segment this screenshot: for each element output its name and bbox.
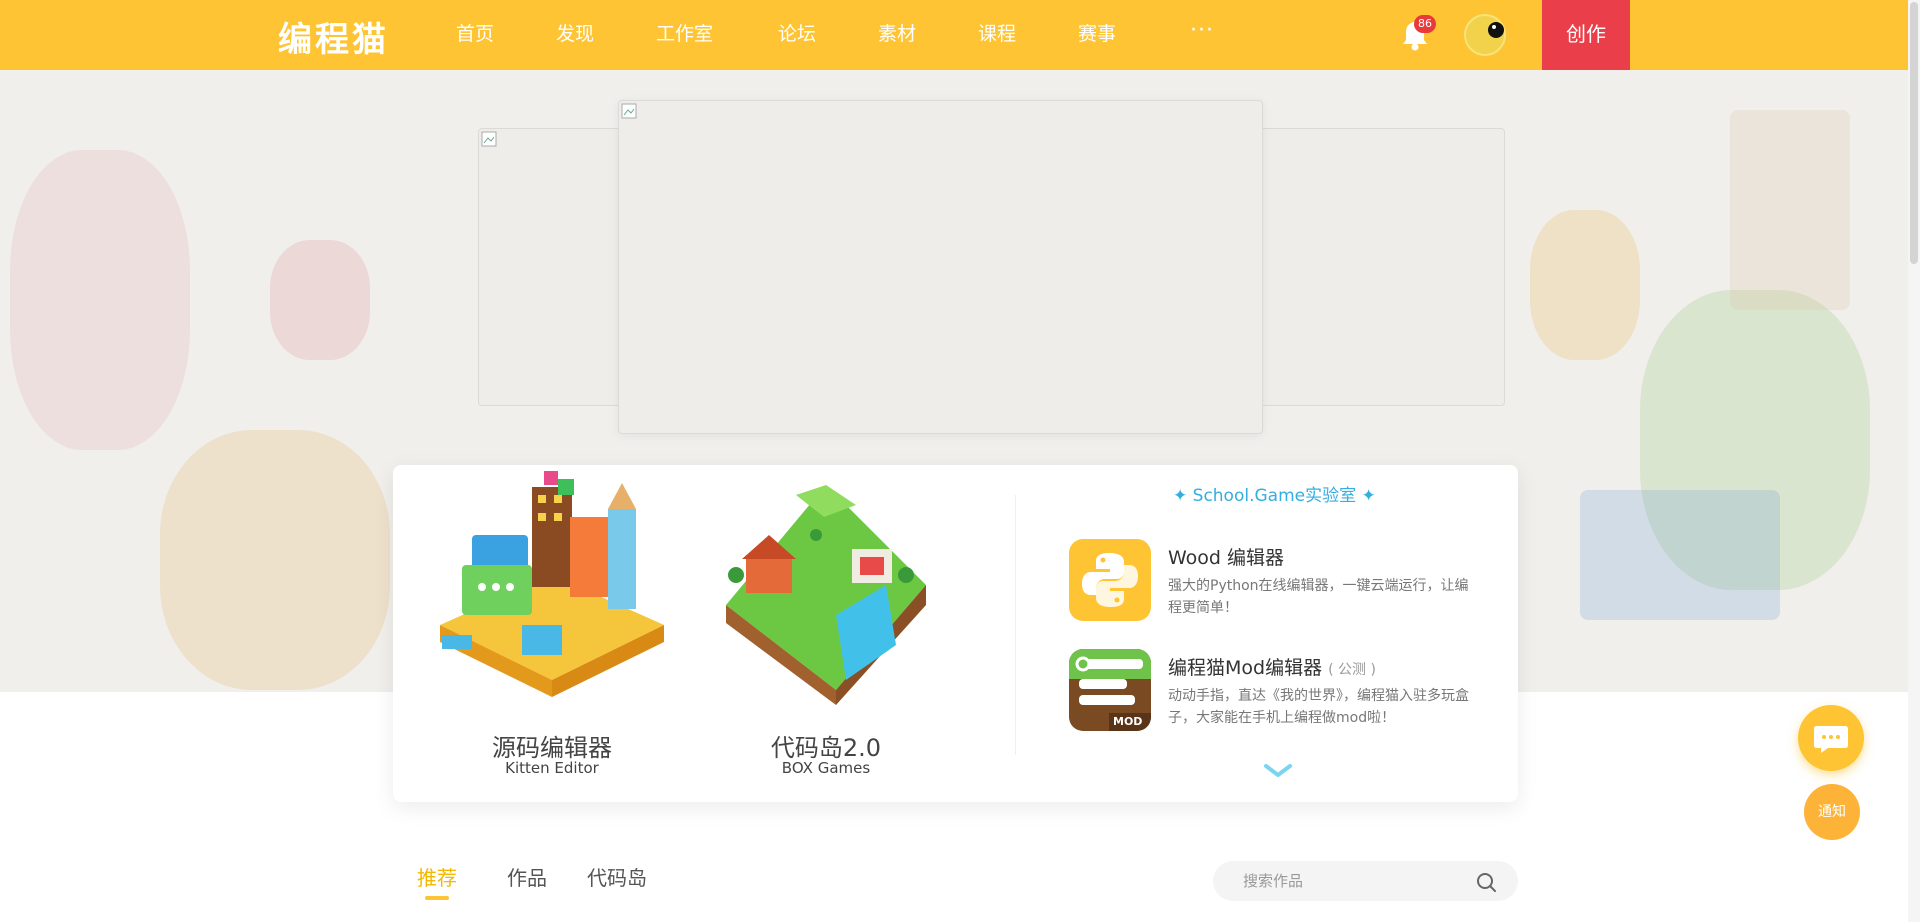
tool-name-text: 编程猫Mod编辑器	[1168, 657, 1323, 679]
product-subtitle: BOX Games	[781, 759, 871, 777]
product-name: 代码岛2.0	[770, 734, 882, 762]
top-navigation-bar: 编程猫 首页 发现 工作室 论坛 素材 课程 赛事 ··· 86 创作	[0, 0, 1908, 70]
background-books	[1580, 490, 1780, 620]
tab-label: 推荐	[417, 866, 457, 890]
background-character-girl	[10, 150, 190, 450]
chevron-down-icon[interactable]	[1263, 763, 1293, 779]
panel-divider	[1015, 495, 1016, 755]
avatar-eye	[1488, 22, 1504, 38]
tool-description: 动动手指，直达《我的世界》，编程猫入驻多玩盒子，大家能在手机上编程做mod啦！	[1168, 688, 1469, 726]
notify-button[interactable]: 通知	[1804, 784, 1860, 840]
nav-item-forum[interactable]: 论坛	[778, 0, 878, 70]
carousel-slide-center[interactable]	[618, 100, 1263, 434]
nav-item-home[interactable]: 首页	[456, 0, 556, 70]
nav-item-studio[interactable]: 工作室	[656, 0, 778, 70]
content-tabs: 推荐 作品 代码岛	[417, 862, 677, 900]
mod-icon-label: MOD	[1113, 715, 1143, 728]
product-name: 源码编辑器	[492, 734, 612, 762]
chat-bubble-icon	[1814, 726, 1848, 753]
mod-icon: MOD	[1069, 649, 1151, 731]
chat-button[interactable]	[1798, 705, 1864, 771]
background-chair	[1730, 110, 1850, 310]
box-games-illustration	[726, 485, 926, 705]
broken-image-icon	[481, 131, 497, 147]
tab-works[interactable]: 作品	[507, 862, 587, 891]
nav-item-discover[interactable]: 发现	[556, 0, 656, 70]
tab-code-island[interactable]: 代码岛	[587, 862, 677, 891]
main-nav: 首页 发现 工作室 论坛 素材 课程 赛事	[456, 0, 1178, 70]
python-icon	[1069, 539, 1151, 621]
create-button[interactable]: 创作	[1542, 0, 1630, 70]
active-tab-indicator	[425, 896, 449, 900]
product-subtitle: Kitten Editor	[505, 759, 599, 777]
tool-description: 强大的Python在线编辑器，一键云端运行，让编程更简单！	[1168, 578, 1469, 616]
kitten-editor-illustration	[440, 471, 664, 697]
background-mascot-bee	[1530, 210, 1640, 360]
tab-recommended[interactable]: 推荐	[417, 862, 507, 900]
products-panel: 源码编辑器 Kitten Editor 代码岛2.0 BOX Games ✦ S…	[393, 465, 1518, 802]
notification-badge: 86	[1414, 15, 1436, 33]
background-mascot-left	[270, 240, 370, 360]
product-kitten-editor[interactable]: 源码编辑器 Kitten Editor	[432, 465, 672, 777]
user-avatar[interactable]	[1464, 14, 1506, 56]
tool-name: 编程猫Mod编辑器 ( 公测 )	[1168, 653, 1376, 680]
scrollbar-thumb[interactable]	[1910, 2, 1918, 264]
nav-item-courses[interactable]: 课程	[978, 0, 1078, 70]
search-icon[interactable]	[1475, 871, 1497, 893]
background-character-boy	[160, 430, 390, 690]
broken-image-icon	[621, 103, 637, 119]
site-logo[interactable]: 编程猫	[278, 12, 389, 61]
search-box	[1213, 861, 1518, 901]
product-box-games[interactable]: 代码岛2.0 BOX Games	[706, 465, 946, 777]
tool-name: Wood 编辑器	[1168, 547, 1285, 569]
nav-item-materials[interactable]: 素材	[878, 0, 978, 70]
search-input[interactable]	[1243, 861, 1473, 901]
beta-tag: ( 公测 )	[1328, 662, 1376, 678]
tool-mod-editor[interactable]: MOD 编程猫Mod编辑器 ( 公测 ) 动动手指，直达《我的世界》，编程猫入驻多…	[1069, 649, 1489, 733]
school-game-lab-title: ✦ School.Game实验室 ✦	[1173, 486, 1376, 506]
more-menu-icon[interactable]: ···	[1190, 18, 1214, 43]
nav-item-events[interactable]: 赛事	[1078, 0, 1178, 70]
tool-wood-editor[interactable]: Wood 编辑器 强大的Python在线编辑器，一键云端运行，让编程更简单！	[1069, 539, 1489, 623]
avatar-eye-highlight	[1492, 25, 1496, 29]
